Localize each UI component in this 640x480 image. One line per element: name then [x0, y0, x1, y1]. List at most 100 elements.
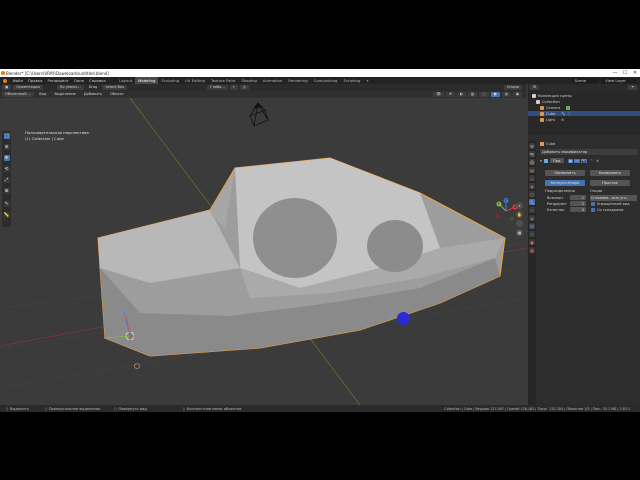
- annotate-tool-icon[interactable]: ✎: [3, 201, 10, 207]
- scale-tool-icon[interactable]: ⤢: [3, 177, 10, 183]
- modifier-name-field[interactable]: Под: [549, 158, 564, 163]
- tab-layout[interactable]: Layout: [116, 77, 135, 84]
- cube-mesh[interactable]: [97, 157, 506, 357]
- outliner-item-selected[interactable]: Cube 🔧 ▽: [528, 111, 640, 116]
- menu-view[interactable]: Вид: [36, 92, 49, 97]
- copy-button[interactable]: Копировать: [590, 170, 630, 176]
- menu-render[interactable]: Рендеринг: [45, 78, 71, 83]
- shading-solid-icon[interactable]: ●: [490, 92, 500, 97]
- cursor-tool-icon[interactable]: ⊕: [3, 144, 10, 150]
- outliner-scene-collection[interactable]: Коллекция сцены: [532, 93, 640, 98]
- move-up-icon[interactable]: ⌃: [590, 159, 593, 163]
- outliner-filter-icon[interactable]: ⏷: [628, 85, 637, 90]
- zoom-icon[interactable]: ⌕: [516, 202, 523, 209]
- object-mode-dropdown[interactable]: Объектный ...: [2, 92, 35, 97]
- view-layer-selector[interactable]: View Layer: [602, 78, 636, 83]
- simple-button[interactable]: Простое: [590, 180, 630, 186]
- ortho-grid-icon[interactable]: ▦: [516, 229, 523, 236]
- select-tool-icon[interactable]: ⬚: [3, 133, 10, 139]
- tab-animation[interactable]: Animation: [260, 77, 285, 84]
- visibility-icon[interactable]: 👁: [433, 92, 444, 97]
- use-creases-checkbox[interactable]: [591, 208, 595, 212]
- edit-mode-toggle-icon[interactable]: ▣: [567, 158, 574, 163]
- optimal-display-checkbox[interactable]: [591, 202, 595, 206]
- tab-texture-paint[interactable]: Texture Paint: [208, 77, 239, 84]
- tab-modeling[interactable]: Modeling: [135, 77, 159, 84]
- transform-orientation-dropdown[interactable]: Глоба...: [207, 85, 228, 90]
- scene-selector[interactable]: Scene: [571, 78, 599, 83]
- menu-file[interactable]: Файл: [10, 78, 26, 83]
- texture-tab-icon[interactable]: ▩: [529, 247, 535, 253]
- output-tab-icon[interactable]: 🖨: [529, 159, 535, 165]
- outliner-item[interactable]: Light ✺: [540, 117, 640, 122]
- menu-select[interactable]: Выделение: [51, 92, 78, 97]
- modifier-tab-icon[interactable]: 🔧: [529, 199, 535, 205]
- viewport-toggle-icon[interactable]: ▭: [574, 158, 580, 163]
- tab-scripting[interactable]: Scripting: [340, 77, 363, 84]
- measure-tool-icon[interactable]: 📏: [3, 212, 10, 218]
- physics-tab-icon[interactable]: ◍: [529, 215, 535, 221]
- menu-add[interactable]: Добавить: [81, 92, 105, 97]
- minimize-button[interactable]: —: [610, 69, 620, 77]
- data-tab-icon[interactable]: ▽: [529, 231, 535, 237]
- menu-object[interactable]: Объект: [107, 92, 127, 97]
- tab-sculpting[interactable]: Sculpting: [158, 77, 182, 84]
- render-tab-icon[interactable]: 📷: [529, 151, 535, 157]
- constraints-tab-icon[interactable]: ⛓: [529, 223, 535, 229]
- editor-type-button[interactable]: ▣: [2, 85, 12, 90]
- transform-tool-icon[interactable]: ⊞: [3, 188, 10, 194]
- overlay-toggle-icon[interactable]: ◐: [456, 92, 467, 97]
- tab-compositing[interactable]: Compositing: [311, 77, 341, 84]
- maximize-button[interactable]: ☐: [620, 69, 630, 77]
- orientation-dropdown[interactable]: Ориентация: [13, 85, 43, 90]
- camera-object[interactable]: [249, 102, 269, 127]
- menu-help[interactable]: Справка: [86, 78, 108, 83]
- select-box-dropdown[interactable]: Select Box: [102, 85, 128, 90]
- camera-view-icon[interactable]: 🎥: [516, 220, 523, 227]
- add-workspace-button[interactable]: +: [363, 78, 371, 83]
- menu-window[interactable]: Окно: [71, 78, 86, 83]
- shading-material-icon[interactable]: ◍: [501, 92, 511, 97]
- pan-hand-icon[interactable]: ✋: [516, 211, 523, 218]
- move-tool-icon[interactable]: ✥: [3, 155, 10, 161]
- rotate-tool-icon[interactable]: ⟲: [3, 166, 10, 172]
- uv-smooth-dropdown[interactable]: Сглажива.. хоть угл..: [590, 195, 637, 201]
- viewport-scene[interactable]: [0, 98, 526, 405]
- shading-rendered-icon[interactable]: ◉: [512, 92, 522, 97]
- view-layer-tab-icon[interactable]: ▤: [529, 167, 535, 173]
- render-toggle-icon[interactable]: 📷: [580, 158, 588, 163]
- remove-modifier-icon[interactable]: ✕: [596, 159, 599, 163]
- outliner-item[interactable]: Collection: [536, 99, 640, 104]
- proportional-edit-icon[interactable]: ◎: [239, 85, 249, 90]
- pivot-dropdown[interactable]: По умолч...: [56, 85, 84, 90]
- add-modifier-dropdown[interactable]: Добавить модификатор: [540, 149, 638, 155]
- world-tab-icon[interactable]: ◉: [529, 183, 535, 189]
- gizmo-toggle-icon[interactable]: ✣: [445, 92, 455, 97]
- menu-edit[interactable]: Правка: [26, 78, 45, 83]
- quality-field[interactable]: 3: [570, 207, 586, 212]
- navigation-gizmo[interactable]: X Y Z: [493, 198, 519, 224]
- material-tab-icon[interactable]: ●: [529, 239, 535, 245]
- particles-tab-icon[interactable]: ✧: [529, 207, 535, 213]
- 3d-viewport[interactable]: Пользовательская перспектива (1) Collect…: [0, 98, 526, 405]
- tab-shading[interactable]: Shading: [238, 77, 259, 84]
- snap-icon[interactable]: ⌖: [229, 85, 238, 90]
- viewport-levels-field[interactable]: 1: [570, 195, 586, 200]
- tool-tab-icon[interactable]: ⚒: [529, 143, 535, 149]
- shading-wireframe-icon[interactable]: ○: [479, 92, 489, 97]
- xray-toggle-icon[interactable]: ▥: [468, 92, 478, 97]
- outliner-editor-type-icon[interactable]: ☰: [530, 85, 540, 90]
- tab-rendering[interactable]: Rendering: [285, 77, 310, 84]
- outliner-item[interactable]: Camera: [540, 105, 640, 110]
- render-levels-field[interactable]: 2: [570, 201, 586, 206]
- scene-tab-icon[interactable]: ◬: [529, 175, 535, 181]
- object-tab-icon[interactable]: ▢: [529, 191, 535, 197]
- apply-button[interactable]: Применить: [545, 170, 585, 176]
- close-button[interactable]: ✕: [630, 69, 640, 77]
- collapse-arrow-icon[interactable]: ▾: [540, 159, 542, 163]
- tab-uv-editing[interactable]: UV Editing: [182, 77, 208, 84]
- blender-menu-icon[interactable]: [3, 78, 7, 83]
- outliner-header: ☰ ⏷: [528, 84, 640, 91]
- options-dropdown[interactable]: Опции: [503, 85, 522, 90]
- catmull-clark-button[interactable]: Катмулл-Кларк: [545, 180, 585, 186]
